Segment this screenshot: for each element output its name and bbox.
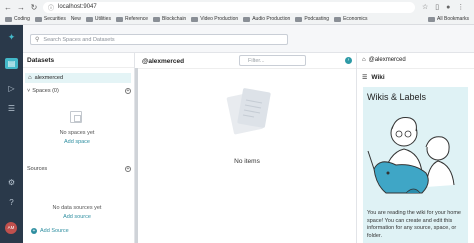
divider — [357, 68, 474, 69]
empty-state-text: No items — [234, 158, 260, 165]
back-icon[interactable]: ← — [3, 2, 13, 12]
top-search-bar: ⚲ Search Spaces and Datasets — [23, 25, 474, 53]
search-icon: ⚲ — [35, 37, 40, 43]
bookmarks-bar: Coding Securities New Utilities Referenc… — [0, 14, 474, 25]
divider — [138, 68, 356, 69]
sources-section-header[interactable]: Sources + — [27, 165, 131, 173]
datasets-panel: Datasets ⌂ alexmerced ˅ Spaces (0) + No … — [23, 53, 135, 243]
settings-icon[interactable]: ⚙ — [5, 177, 18, 188]
datasets-title: Datasets — [23, 53, 134, 68]
empty-state-illustration — [226, 88, 271, 135]
bookmark-securities[interactable]: Securities — [34, 16, 66, 22]
wiki-owner: ⌂ @alexmerced — [362, 57, 406, 63]
bookmark-blockchain[interactable]: Blockchain — [153, 16, 186, 22]
wiki-panel: ⌂ @alexmerced ☰ Wiki Wikis & Labels You … — [357, 53, 474, 243]
wiki-card-title: Wikis & Labels — [367, 92, 427, 102]
datasets-nav-icon[interactable]: ▤ — [5, 58, 18, 69]
profile-icon[interactable]: ● — [446, 4, 450, 11]
url-field[interactable]: ⓘ localhost:9047 — [43, 1, 415, 13]
url-text: localhost:9047 — [58, 4, 97, 10]
folder-icon — [153, 16, 161, 22]
folder-icon — [334, 16, 342, 22]
folder-icon — [295, 16, 303, 22]
spaces-section-header[interactable]: ˅ Spaces (0) + — [27, 87, 131, 95]
no-spaces-text: No spaces yet — [59, 130, 95, 136]
folder-icon — [243, 16, 251, 22]
home-space-item[interactable]: ⌂ alexmerced — [25, 73, 131, 83]
empty-spaces-icon — [70, 111, 82, 123]
menu-icon[interactable]: ⋮ — [457, 3, 464, 11]
wiki-illustration — [367, 117, 455, 194]
reload-icon[interactable]: ↻ — [29, 2, 39, 12]
all-bookmarks[interactable]: All Bookmarks — [428, 16, 469, 22]
bookmark-audio-production[interactable]: Audio Production — [243, 16, 290, 22]
add-space-link[interactable]: Add space — [23, 139, 131, 145]
no-sources-text: No data sources yet — [52, 205, 102, 211]
left-nav-rail: ✦ ▤ ▷ ☰ ⚙ ? AM — [0, 25, 23, 243]
toggle-wiki-button[interactable]: › — [345, 57, 352, 64]
wiki-section-title: ☰ Wiki — [362, 74, 385, 81]
avatar[interactable]: AM — [5, 222, 17, 234]
bookmark-video-production[interactable]: Video Production — [191, 16, 238, 22]
browser-address-bar: ← → ↻ ⓘ localhost:9047 ☆ ▯ ● ⋮ — [0, 0, 474, 14]
wiki-info-card: Wikis & Labels You are reading the wiki … — [363, 87, 468, 243]
help-icon[interactable]: ? — [5, 197, 18, 208]
bookmark-podcasting[interactable]: Podcasting — [295, 16, 329, 22]
add-source-plus-icon[interactable]: + — [125, 166, 131, 172]
book-icon: ☰ — [362, 75, 368, 81]
extensions-icon[interactable]: ▯ — [435, 3, 439, 11]
wiki-description: You are reading the wiki for your home s… — [367, 210, 461, 239]
bookmark-coding[interactable]: Coding — [5, 16, 30, 22]
star-icon[interactable]: ☆ — [422, 3, 428, 11]
folder-icon — [5, 16, 12, 22]
bookmark-utilities[interactable]: Utilities — [85, 16, 111, 22]
folder-icon — [428, 16, 436, 22]
add-source-button[interactable]: + Add Source — [31, 228, 69, 234]
page-title: @alexmerced — [142, 58, 185, 65]
folder-icon — [85, 16, 93, 22]
forward-icon[interactable]: → — [16, 2, 26, 12]
folder-icon — [191, 16, 199, 22]
bookmark-economics[interactable]: Economics — [334, 16, 368, 22]
plus-icon: + — [31, 228, 37, 234]
bookmark-reference[interactable]: Reference — [115, 16, 148, 22]
chevron-down-icon: ˅ — [27, 88, 31, 94]
main-content: @alexmerced Filter... No items — [138, 53, 356, 243]
filter-input[interactable]: Filter... — [239, 55, 306, 66]
site-info-icon[interactable]: ⓘ — [48, 3, 54, 12]
add-source-link[interactable]: Add source — [23, 214, 131, 220]
home-icon: ⌂ — [28, 75, 32, 81]
search-input[interactable]: ⚲ Search Spaces and Datasets — [30, 34, 288, 45]
add-space-plus-icon[interactable]: + — [125, 88, 131, 94]
dremio-logo-icon[interactable]: ✦ — [4, 32, 19, 42]
folder-icon — [115, 16, 123, 22]
bookmark-new[interactable]: New — [71, 16, 81, 22]
sql-runner-icon[interactable]: ▷ — [5, 83, 18, 94]
home-icon: ⌂ — [362, 57, 366, 63]
jobs-icon[interactable]: ☰ — [5, 103, 18, 114]
folder-icon — [34, 16, 42, 22]
